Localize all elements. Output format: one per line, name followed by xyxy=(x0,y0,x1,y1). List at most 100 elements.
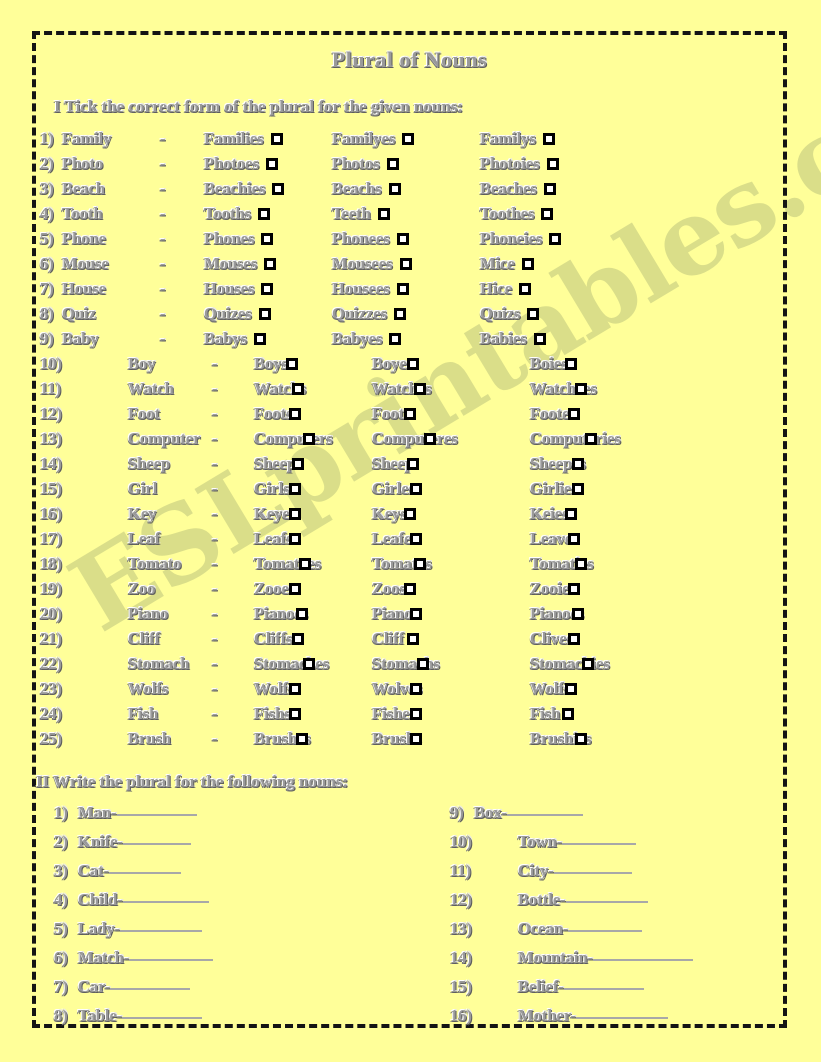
row-number: 1) xyxy=(54,803,68,822)
option-checkbox[interactable] xyxy=(407,633,419,645)
option-checkbox[interactable] xyxy=(289,508,301,520)
option-checkbox[interactable] xyxy=(289,708,301,720)
option-checkbox[interactable] xyxy=(377,208,390,221)
option-checkbox[interactable] xyxy=(303,658,315,670)
answer-blank[interactable] xyxy=(576,1003,669,1019)
option-checkbox[interactable] xyxy=(410,608,422,620)
row-number: 19) xyxy=(40,579,62,598)
answer-blank[interactable] xyxy=(593,945,694,961)
option-checkbox[interactable] xyxy=(289,533,301,545)
option-checkbox[interactable] xyxy=(404,408,416,420)
option-checkbox[interactable] xyxy=(261,283,274,296)
option-checkbox[interactable] xyxy=(572,483,584,495)
option-checkbox[interactable] xyxy=(399,258,412,271)
option-checkbox[interactable] xyxy=(410,708,422,720)
option-checkbox[interactable] xyxy=(572,608,584,620)
option-checkbox[interactable] xyxy=(299,558,311,570)
option-checkbox[interactable] xyxy=(396,233,409,246)
answer-blank[interactable] xyxy=(122,887,209,903)
option-checkbox[interactable] xyxy=(254,333,267,346)
option-checkbox[interactable] xyxy=(289,583,301,595)
option-checkbox[interactable] xyxy=(410,683,422,695)
option-checkbox[interactable] xyxy=(541,208,554,221)
option-checkbox[interactable] xyxy=(582,658,594,670)
option-checkbox[interactable] xyxy=(575,558,587,570)
option-checkbox[interactable] xyxy=(292,383,304,395)
option-checkbox[interactable] xyxy=(521,258,534,271)
option-checkbox[interactable] xyxy=(410,483,422,495)
answer-blank[interactable] xyxy=(562,829,637,845)
option-checkbox[interactable] xyxy=(289,683,301,695)
option-checkbox[interactable] xyxy=(303,433,315,445)
option-checkbox[interactable] xyxy=(286,358,298,370)
option-checkbox[interactable] xyxy=(414,558,426,570)
answer-blank[interactable] xyxy=(565,887,648,903)
option-label: Housees xyxy=(332,279,390,298)
option-checkbox[interactable] xyxy=(296,608,308,620)
option-checkbox[interactable] xyxy=(575,733,587,745)
answer-blank[interactable] xyxy=(568,916,643,932)
answer-blank[interactable] xyxy=(116,800,197,816)
option-checkbox[interactable] xyxy=(389,333,402,346)
answer-blank[interactable] xyxy=(122,829,191,845)
tick-row: 24) Fish - Fishs Fishes Fish xyxy=(32,704,787,729)
option-checkbox[interactable] xyxy=(410,733,422,745)
option-checkbox[interactable] xyxy=(585,433,597,445)
noun-prompt: Town- xyxy=(518,832,563,851)
option-checkbox[interactable] xyxy=(388,183,401,196)
option-checkbox[interactable] xyxy=(394,308,406,321)
option-checkbox[interactable] xyxy=(270,133,283,146)
option-checkbox[interactable] xyxy=(258,208,271,221)
option-checkbox[interactable] xyxy=(289,483,301,495)
option-checkbox[interactable] xyxy=(402,133,415,146)
option-checkbox[interactable] xyxy=(568,408,580,420)
row-number: 14) xyxy=(450,948,472,967)
option-checkbox[interactable] xyxy=(261,233,274,246)
option-checkbox[interactable] xyxy=(546,158,559,171)
option-checkbox[interactable] xyxy=(289,408,301,420)
option-checkbox[interactable] xyxy=(568,533,580,545)
option-checkbox[interactable] xyxy=(264,258,277,271)
answer-blank[interactable] xyxy=(553,858,632,874)
option-checkbox[interactable] xyxy=(407,358,419,370)
option-checkbox[interactable] xyxy=(562,708,574,720)
option-group: Familys xyxy=(480,129,555,149)
option-checkbox[interactable] xyxy=(272,183,285,196)
option-checkbox[interactable] xyxy=(407,458,419,470)
option-checkbox[interactable] xyxy=(565,683,577,695)
option-checkbox[interactable] xyxy=(519,283,532,296)
option-checkbox[interactable] xyxy=(543,183,556,196)
option-checkbox[interactable] xyxy=(533,333,546,346)
option-checkbox[interactable] xyxy=(258,308,271,321)
option-checkbox[interactable] xyxy=(404,508,416,520)
option-checkbox[interactable] xyxy=(572,458,584,470)
answer-blank[interactable] xyxy=(120,916,203,932)
option-checkbox[interactable] xyxy=(568,633,580,645)
option-checkbox[interactable] xyxy=(527,308,540,321)
option-checkbox[interactable] xyxy=(404,583,416,595)
option-checkbox[interactable] xyxy=(542,133,555,146)
answer-blank[interactable] xyxy=(507,800,583,816)
option-checkbox[interactable] xyxy=(386,158,399,171)
option-checkbox[interactable] xyxy=(417,658,429,670)
write-row: 1) Man- xyxy=(54,802,213,831)
option-checkbox[interactable] xyxy=(424,433,436,445)
option-checkbox[interactable] xyxy=(292,458,304,470)
option-checkbox[interactable] xyxy=(396,283,409,296)
option-checkbox[interactable] xyxy=(292,633,304,645)
option-checkbox[interactable] xyxy=(296,733,308,745)
option-checkbox[interactable] xyxy=(266,158,278,171)
answer-blank[interactable] xyxy=(109,858,182,874)
option-checkbox[interactable] xyxy=(565,358,577,370)
answer-blank[interactable] xyxy=(563,974,644,990)
option-checkbox[interactable] xyxy=(414,383,426,395)
answer-blank[interactable] xyxy=(110,974,191,990)
option-checkbox[interactable] xyxy=(410,533,422,545)
option-checkbox[interactable] xyxy=(575,383,587,395)
option-checkbox[interactable] xyxy=(565,508,577,520)
tick-row: 15) Girl - Girls Girles Girlies xyxy=(32,479,787,504)
answer-blank[interactable] xyxy=(129,945,214,961)
option-checkbox[interactable] xyxy=(549,233,562,246)
option-checkbox[interactable] xyxy=(568,583,580,595)
answer-blank[interactable] xyxy=(122,1003,203,1019)
